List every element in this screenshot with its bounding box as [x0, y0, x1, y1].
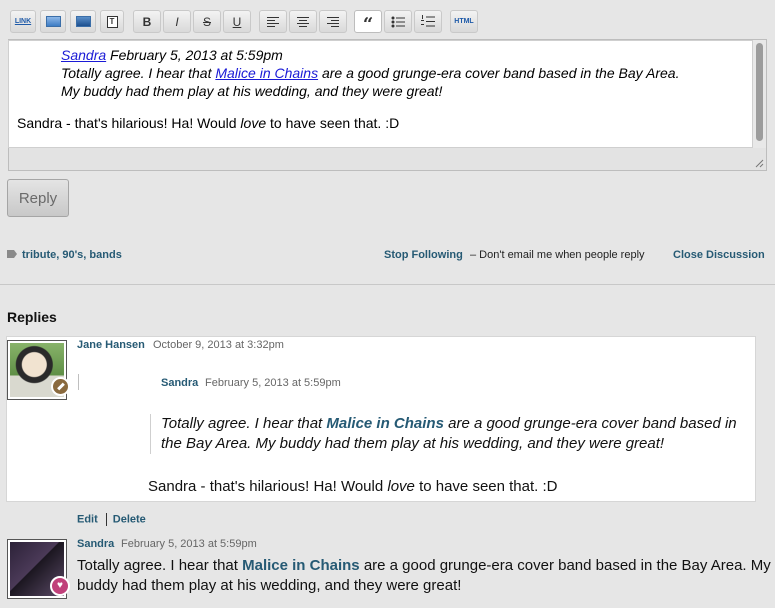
italic-button[interactable]: I	[163, 10, 191, 33]
blockquote-bar	[150, 414, 151, 454]
image-icon	[45, 16, 61, 27]
editor-quote-text: Totally agree. I hear that	[61, 65, 216, 81]
reply-text-emphasis: love	[387, 478, 415, 495]
reply-editor[interactable]: Sandra February 5, 2013 at 5:59pm Totall…	[8, 40, 753, 148]
align-left-button[interactable]	[259, 10, 287, 33]
band-link[interactable]: Malice in Chains	[242, 557, 360, 574]
italic-icon: I	[175, 14, 179, 29]
reply-author-link[interactable]: Jane Hansen	[77, 339, 145, 351]
blockquote-button[interactable]: “	[354, 10, 382, 35]
post-author-link[interactable]: Sandra	[77, 538, 114, 550]
editor-quote-text: My buddy had them play at his wedding, a…	[61, 83, 443, 99]
reply-text: Sandra - that's hilarious! Ha! Would lov…	[148, 478, 558, 495]
strikethrough-button[interactable]: S	[193, 10, 221, 33]
action-separator	[105, 513, 107, 526]
bold-icon: B	[142, 14, 152, 29]
editor-reply-text-part: to have seen that. :D	[266, 115, 400, 131]
avatar[interactable]	[7, 340, 70, 400]
quote-icon: “	[362, 14, 374, 35]
html-icon: HTML	[454, 18, 474, 25]
text-icon: T	[106, 15, 118, 28]
editor-reply-text: Sandra - that's hilarious! Ha! Would lov…	[17, 114, 399, 132]
stop-following-link[interactable]: Stop Following	[384, 249, 463, 261]
numbered-list-button[interactable]	[414, 10, 442, 33]
bulleted-list-button[interactable]	[384, 10, 412, 33]
quoted-timestamp: February 5, 2013 at 5:59pm	[205, 377, 341, 389]
align-center-icon	[297, 16, 309, 27]
editor-quote-time: February 5, 2013 at 5:59pm	[106, 47, 283, 63]
band-link[interactable]: Malice in Chains	[326, 415, 444, 432]
heart-badge-icon: ♥	[50, 576, 70, 596]
underline-icon: U	[232, 14, 242, 29]
insert-link-button[interactable]: LINK	[10, 10, 36, 33]
tag-icon	[7, 250, 17, 258]
insert-video-button[interactable]	[70, 10, 96, 33]
bold-button[interactable]: B	[133, 10, 161, 33]
close-discussion-link[interactable]: Close Discussion	[673, 249, 765, 261]
strikethrough-icon: S	[202, 14, 211, 29]
replies-heading: Replies	[7, 309, 57, 325]
editor-scroll-thumb[interactable]	[756, 43, 763, 141]
avatar[interactable]: ♥	[7, 539, 70, 599]
link-icon: LINK	[14, 18, 32, 25]
delete-link[interactable]: Delete	[113, 513, 146, 525]
editor-quote-band-link[interactable]: Malice in Chains	[215, 65, 318, 81]
reply-timestamp: October 9, 2013 at 3:32pm	[153, 339, 284, 351]
post-text-part: Totally agree. I hear that	[77, 557, 243, 574]
editor-scrollbar[interactable]	[753, 40, 766, 148]
editor-blockquote: Sandra February 5, 2013 at 5:59pm Totall…	[61, 46, 679, 100]
align-center-button[interactable]	[289, 10, 317, 33]
quoted-author-link[interactable]: Sandra	[161, 377, 198, 389]
reply-actions: Edit Delete	[77, 513, 146, 526]
align-left-icon	[267, 16, 279, 27]
editor-quote-text: are a good grunge-era cover band based i…	[318, 65, 680, 81]
editor-toolbar: LINK T B I S U “ HTML	[0, 0, 775, 40]
align-right-button[interactable]	[319, 10, 347, 33]
html-button[interactable]: HTML	[450, 10, 478, 33]
reply-text-part: Sandra - that's hilarious! Ha! Would	[148, 478, 388, 495]
tags-link[interactable]: tribute, 90's, bands	[22, 249, 122, 261]
resize-grip-icon[interactable]	[754, 158, 764, 168]
quoted-text: Totally agree. I hear that Malice in Cha…	[161, 414, 751, 454]
post-text: Totally agree. I hear that Malice in Cha…	[77, 556, 772, 596]
editor-reply-emphasis: love	[240, 115, 267, 131]
quote-divider	[78, 374, 79, 390]
bulleted-list-icon	[391, 16, 405, 27]
editor-reply-text-part: Sandra - that's hilarious! Ha! Would	[17, 115, 241, 131]
reply-text-part: to have seen that. :D	[414, 478, 558, 495]
editor-quote-author-link[interactable]: Sandra	[61, 47, 106, 63]
quoted-text-part: Totally agree. I hear that	[161, 415, 327, 432]
hammer-badge-icon	[51, 377, 70, 396]
underline-button[interactable]: U	[223, 10, 251, 33]
reply-button[interactable]: Reply	[7, 179, 69, 217]
stop-following-description: – Don't email me when people reply	[470, 249, 645, 261]
post-timestamp: February 5, 2013 at 5:59pm	[121, 538, 257, 550]
insert-text-button[interactable]: T	[100, 10, 124, 33]
align-right-icon	[327, 16, 339, 27]
video-icon	[75, 16, 91, 27]
section-divider	[0, 284, 775, 285]
numbered-list-icon	[421, 15, 435, 27]
insert-image-button[interactable]	[40, 10, 66, 33]
edit-link[interactable]: Edit	[77, 513, 98, 525]
